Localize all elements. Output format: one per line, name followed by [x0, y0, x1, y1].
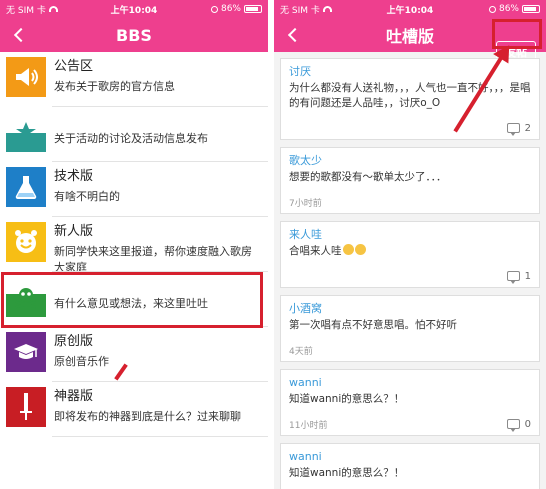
status-bar: 无 SIM 卡 上午10:04 86% — [0, 0, 268, 18]
post-author[interactable]: wanni — [289, 449, 531, 464]
board-item-tech[interactable]: 技术版 有啥不明白的 — [0, 162, 268, 217]
smile-icon — [6, 222, 46, 262]
comment-count: 0 — [524, 418, 531, 430]
clock: 上午10:04 — [386, 5, 434, 16]
comment-count: 1 — [524, 270, 531, 282]
nav-bar: BBS — [0, 18, 268, 52]
complaint-board-screen: 无 SIM 卡 上午10:04 86% 吐槽版 发帖 讨厌 为什么都没有人送礼物… — [274, 0, 546, 489]
mortarboard-icon — [6, 332, 46, 372]
post-author[interactable]: 小酒窝 — [289, 301, 531, 316]
chevron-left-icon — [13, 27, 29, 43]
bbs-screen: 无 SIM 卡 上午10:04 86% BBS 公告区 发布关于歌房的官方信息 — [0, 0, 268, 489]
board-item-artifact[interactable]: 神器版 即将发布的神器到底是什么？过来聊聊 — [0, 382, 268, 437]
status-bar: 无 SIM 卡 上午10:04 86% — [274, 0, 546, 18]
star-icon — [6, 112, 46, 152]
post-content: 第一次唱有点不好意思唱。怕不好听 — [289, 319, 457, 331]
board-item-original[interactable]: 原创版 原创音乐作 — [0, 327, 268, 382]
post-content: 想要的歌都没有～歌单太少了．．． — [289, 171, 447, 183]
megaphone-icon — [6, 57, 46, 97]
board-title: 原创版 — [54, 334, 94, 349]
post-card[interactable]: 歌太少 想要的歌都没有～歌单太少了．．． 7小时前 — [280, 147, 540, 214]
comment-icon — [506, 123, 520, 136]
emoji-icon — [354, 244, 366, 255]
board-desc: 有啥不明白的 — [54, 190, 120, 203]
post-card[interactable]: 讨厌 为什么都没有人送礼物，，，人气也一直不好，，，是唱的有问题还是人品哇，，讨… — [280, 58, 540, 140]
board-title: 神器版 — [54, 389, 94, 404]
post-content: 为什么都没有人送礼物，，，人气也一直不好，，，是唱的有问题还是人品哇，，讨厌o_… — [289, 82, 531, 109]
annotation-highlight-box — [1, 272, 263, 328]
post-content: 知道wanni的意思么？！ — [289, 393, 405, 405]
post-content: 知道wanni的意思么？！ — [289, 467, 405, 479]
board-item-events[interactable]: 关于活动的讨论及活动信息发布 — [0, 107, 268, 162]
board-title: 新人版 — [54, 224, 94, 239]
page-title: 吐槽版 — [385, 27, 434, 46]
board-title: 公告区 — [54, 59, 94, 74]
post-author[interactable]: wanni — [289, 375, 531, 390]
clock: 上午10:04 — [110, 5, 158, 16]
board-item-announcements[interactable]: 公告区 发布关于歌房的官方信息 — [0, 52, 268, 107]
emoji-icon — [342, 244, 354, 255]
battery-icon — [522, 5, 540, 13]
board-desc: 关于活动的讨论及活动信息发布 — [54, 132, 208, 145]
page-title: BBS — [116, 25, 152, 45]
board-desc: 即将发布的神器到底是什么？过来聊聊 — [54, 410, 241, 423]
back-button[interactable] — [286, 26, 303, 44]
board-desc: 原创音乐作 — [54, 355, 109, 368]
post-content: 合唱来人哇 — [289, 245, 342, 257]
post-time: 7小时前 — [289, 198, 322, 209]
post-author[interactable]: 来人哇 — [289, 227, 531, 242]
back-button[interactable] — [12, 26, 29, 44]
chevron-left-icon — [287, 27, 303, 43]
board-item-newcomers[interactable]: 新人版 新同学快来这里报道，帮你速度融入歌房大家庭 — [0, 217, 268, 274]
comment-icon — [506, 271, 520, 284]
post-card[interactable]: wanni 知道wanni的意思么？！ — [280, 443, 540, 489]
flask-icon — [6, 167, 46, 207]
board-title: 技术版 — [54, 169, 94, 184]
post-card[interactable]: wanni 知道wanni的意思么？！ 11小时前 0 — [280, 369, 540, 436]
post-time: 11小时前 — [289, 420, 328, 431]
battery-icon — [244, 5, 262, 13]
post-card[interactable]: 小酒窝 第一次唱有点不好意思唱。怕不好听 4天前 — [280, 295, 540, 362]
post-time: 4天前 — [289, 346, 313, 357]
post-card[interactable]: 来人哇 合唱来人哇 1 — [280, 221, 540, 288]
sword-icon — [6, 387, 46, 427]
board-list: 公告区 发布关于歌房的官方信息 关于活动的讨论及活动信息发布 技术版 有啥不明白… — [0, 52, 268, 437]
post-author[interactable]: 歌太少 — [289, 153, 531, 168]
post-list: 讨厌 为什么都没有人送礼物，，，人气也一直不好，，，是唱的有问题还是人品哇，，讨… — [274, 52, 546, 489]
comment-icon — [506, 419, 520, 432]
board-desc: 发布关于歌房的官方信息 — [54, 80, 175, 93]
comment-count: 2 — [524, 122, 531, 134]
